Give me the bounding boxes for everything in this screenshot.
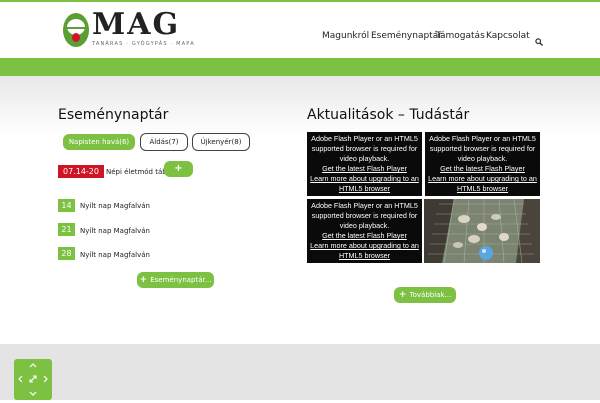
video-message: supported browser is required for — [429, 144, 536, 153]
html5-upgrade-link[interactable]: Learn more about upgrading to an — [307, 174, 422, 184]
html5-upgrade-link[interactable]: Learn more about upgrading to an — [425, 174, 540, 184]
site-header: MAG TANÁRAS · GYÓGYPÁS · MAPA — [0, 2, 600, 58]
events-more-label: Eseménynaptár... — [150, 276, 212, 284]
news-thumbnail-image[interactable] — [424, 199, 540, 263]
tab-napisten-hava[interactable]: Napisten havá(6) — [63, 134, 135, 150]
flash-player-link[interactable]: Get the latest Flash Player — [425, 164, 540, 174]
plus-icon: + — [139, 275, 151, 285]
event-item-1-label[interactable]: Nyílt nap Magfalván — [80, 202, 150, 210]
tab-ujkenyer[interactable]: Újkenyér(8) — [192, 133, 250, 151]
nav-item-kapcsolat[interactable]: Kapcsolat — [486, 31, 530, 41]
flash-player-link[interactable]: Get the latest Flash Player — [307, 164, 422, 174]
footer — [0, 344, 600, 400]
search-icon[interactable] — [535, 31, 543, 50]
event-day-1[interactable]: 14 — [58, 199, 75, 212]
event-item-3-label[interactable]: Nyílt nap Magfalván — [80, 251, 150, 259]
video-player-1[interactable]: Adobe Flash Player or an HTML5 supported… — [307, 132, 422, 196]
logo-text[interactable]: MAG — [92, 10, 180, 40]
event-day-3[interactable]: 28 — [58, 247, 75, 260]
html5-upgrade-link[interactable]: HTML5 browser — [425, 184, 540, 194]
video-message: Adobe Flash Player or an HTML5 — [311, 134, 418, 143]
html5-upgrade-link[interactable]: HTML5 browser — [307, 184, 422, 194]
tab-aldas[interactable]: Áldás(7) — [140, 133, 188, 151]
logo-icon[interactable] — [63, 13, 89, 47]
nav-item-esemenynaptar[interactable]: Eseménynaptár — [371, 31, 442, 41]
expand-event-button[interactable]: + — [164, 161, 193, 177]
events-more-button[interactable]: + Eseménynaptár... — [137, 272, 214, 288]
nav-item-magunkrol[interactable]: Magunkról — [322, 31, 369, 41]
video-message: supported browser is required for — [311, 144, 418, 153]
video-player-2[interactable]: Adobe Flash Player or an HTML5 supported… — [425, 132, 540, 196]
video-message: supported browser is required for — [311, 211, 418, 220]
events-title: Eseménynaptár — [58, 107, 169, 123]
video-message: video playback. — [339, 221, 390, 230]
plus-icon: + — [398, 290, 410, 300]
news-title: Aktualitások – Tudástár — [307, 107, 470, 123]
video-message: Adobe Flash Player or an HTML5 — [429, 134, 536, 143]
green-banner-bar — [0, 58, 600, 76]
video-message: Adobe Flash Player or an HTML5 — [311, 201, 418, 210]
news-more-label: Továbbiak... — [409, 291, 452, 299]
nav-item-tamogatas[interactable]: Támogatás — [436, 31, 485, 41]
video-message: video playback. — [339, 154, 390, 163]
event-item-2-label[interactable]: Nyílt nap Magfalván — [80, 227, 150, 235]
html5-upgrade-link[interactable]: Learn more about upgrading to an — [307, 241, 422, 251]
video-player-3[interactable]: Adobe Flash Player or an HTML5 supported… — [307, 199, 422, 263]
event-day-2[interactable]: 21 — [58, 223, 75, 236]
featured-event-date[interactable]: 07.14-20 — [58, 165, 104, 178]
move-arrows-icon[interactable] — [14, 359, 52, 400]
video-message: video playback. — [457, 154, 508, 163]
flash-player-link[interactable]: Get the latest Flash Player — [307, 231, 422, 241]
html5-upgrade-link[interactable]: HTML5 browser — [307, 251, 422, 261]
logo-tagline: TANÁRAS · GYÓGYPÁS · MAPA — [92, 41, 195, 47]
news-more-button[interactable]: + Továbbiak... — [394, 287, 456, 303]
plus-icon: + — [174, 163, 183, 174]
